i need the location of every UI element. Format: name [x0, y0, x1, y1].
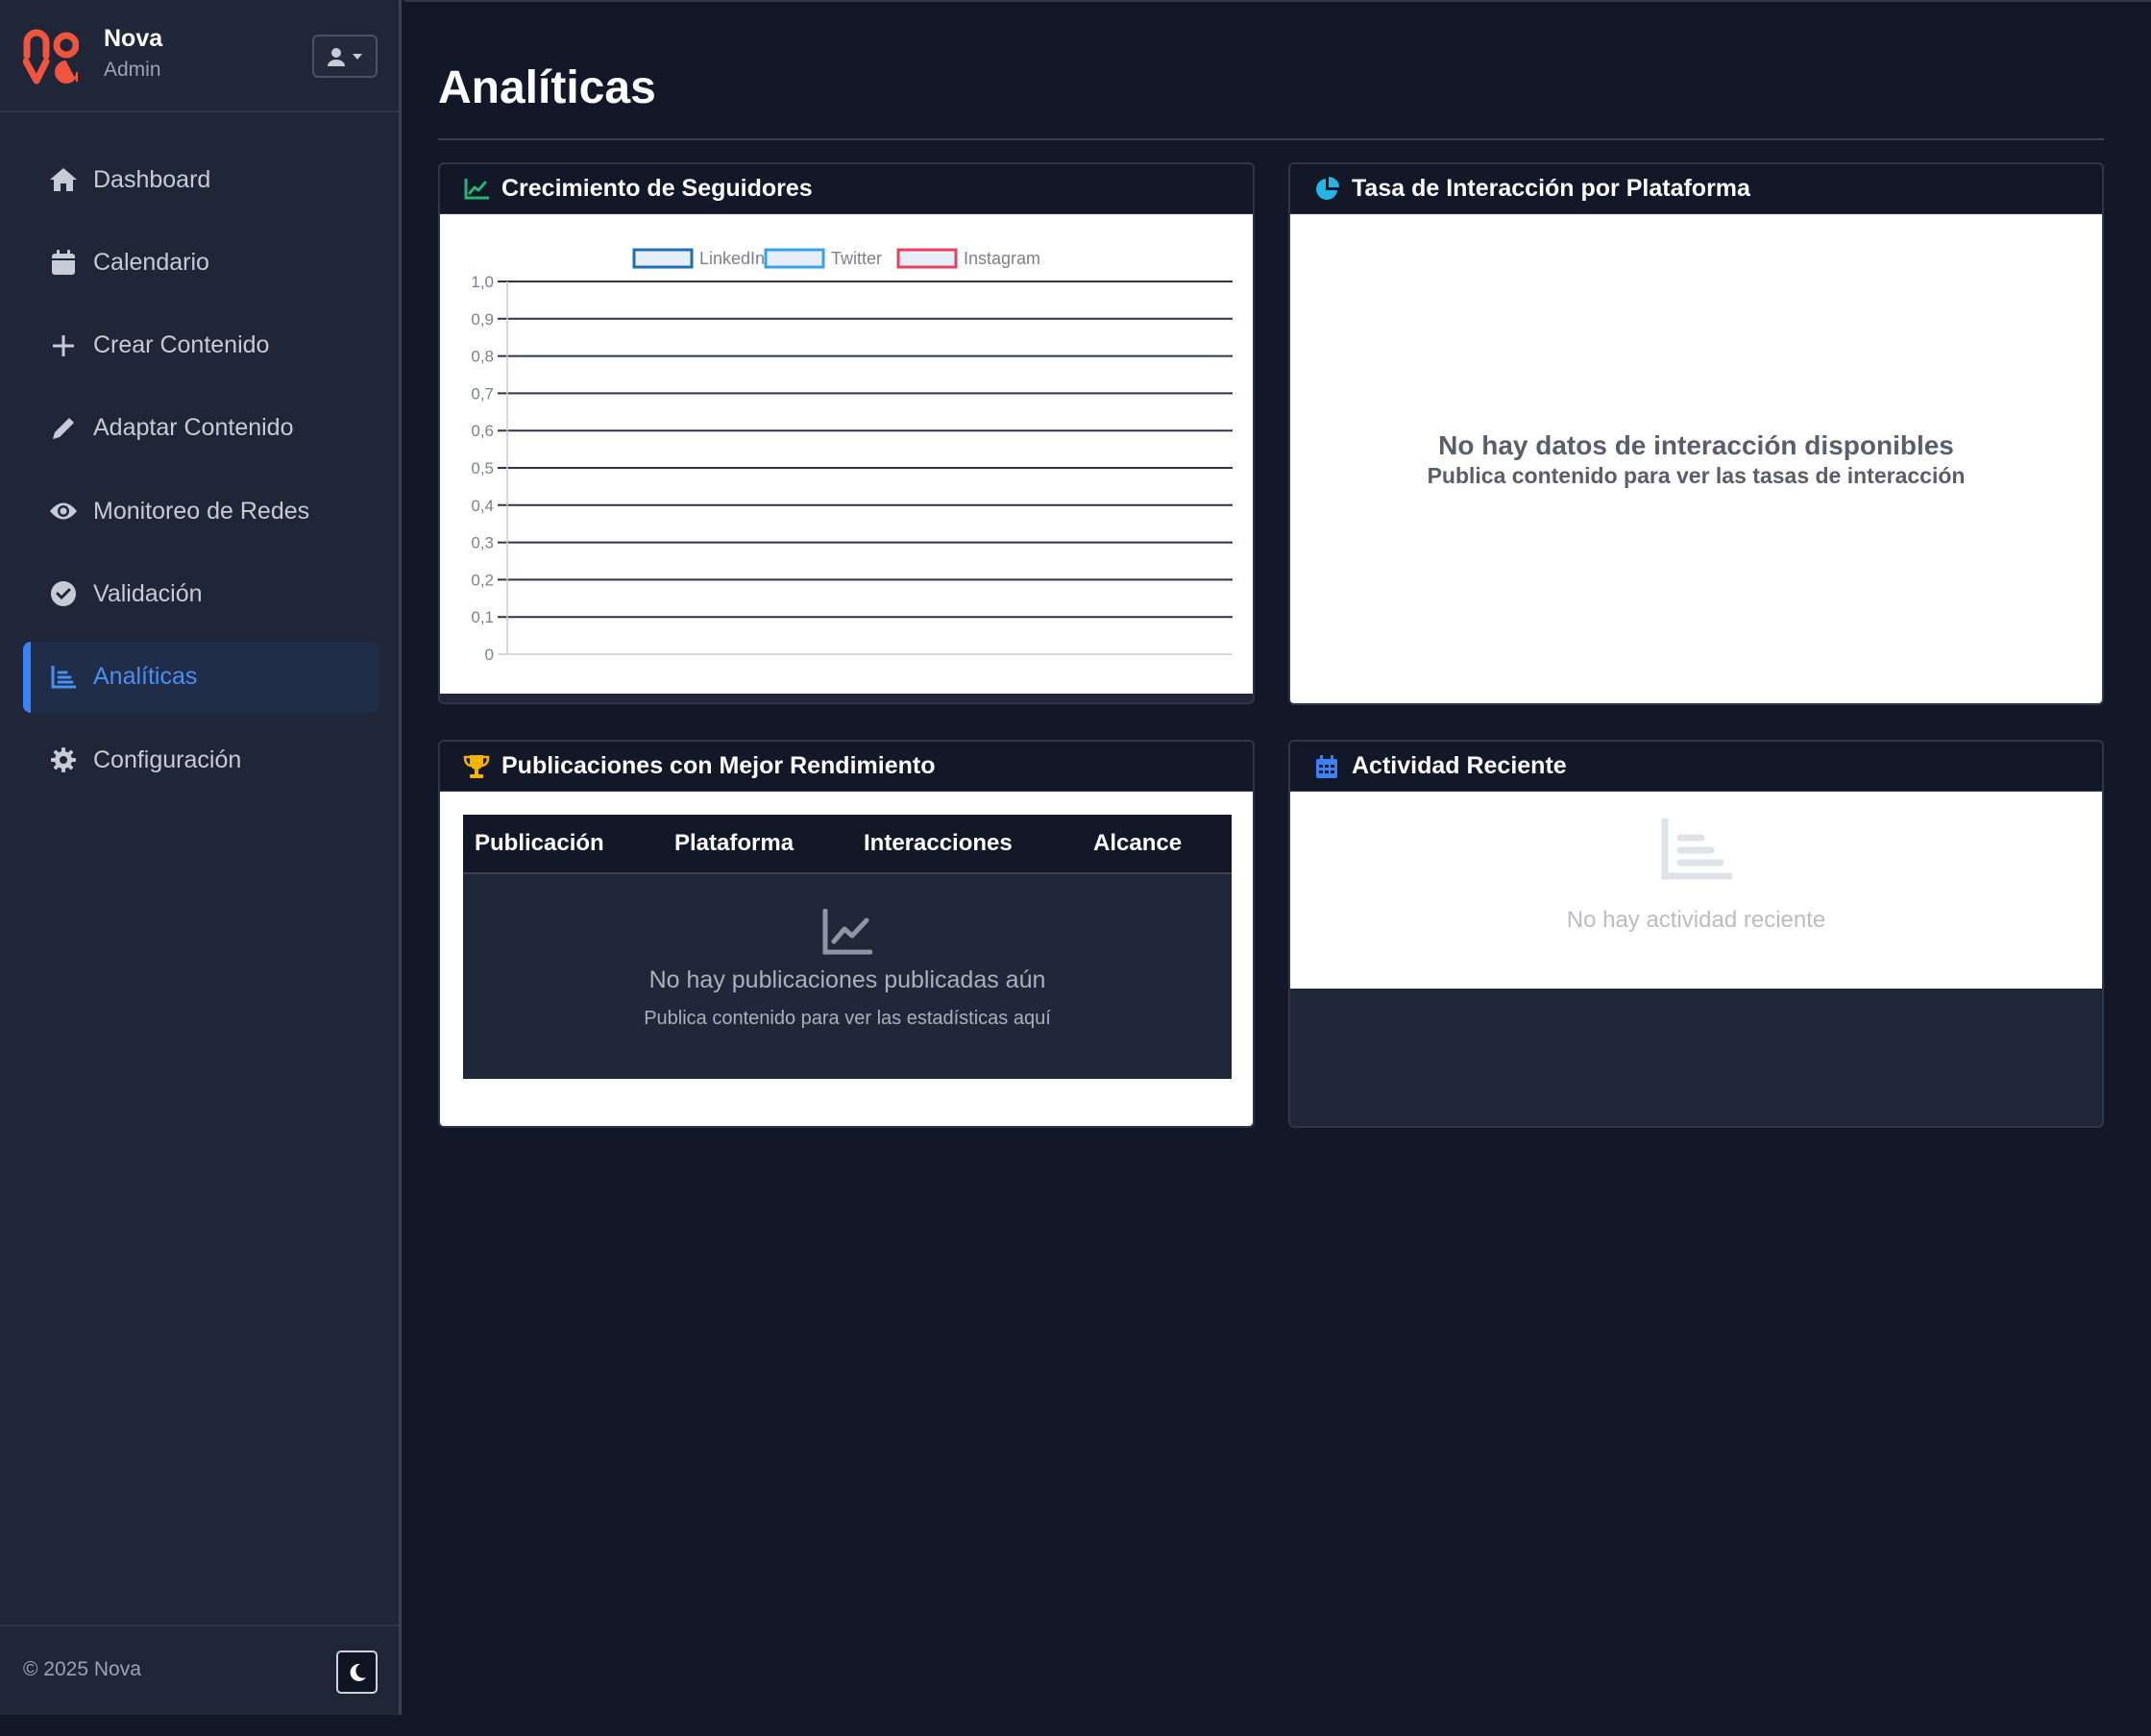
- interaction-chart-area: No hay datos de interacción disponibles …: [1290, 214, 2102, 703]
- gear-icon: [49, 746, 78, 774]
- sidebar-footer: © 2025 Nova: [0, 1625, 399, 1715]
- top-posts-body: Publicación Plataforma Interacciones Alc…: [440, 792, 1253, 1126]
- empty-text: No hay actividad reciente: [1566, 907, 1826, 933]
- legend-label: Instagram: [964, 249, 1040, 268]
- column-header-publicacion[interactable]: Publicación: [475, 830, 604, 857]
- column-header-alcance[interactable]: Alcance: [1093, 830, 1182, 857]
- table-header: Publicación Plataforma Interacciones Alc…: [463, 815, 1232, 874]
- sidebar-item-label: Analíticas: [93, 663, 198, 691]
- sidebar-item-label: Monitoreo de Redes: [93, 497, 310, 525]
- copyright-text: © 2025 Nova: [23, 1658, 141, 1680]
- recent-activity-card: Actividad Reciente No hay actividad reci…: [1288, 740, 2104, 1128]
- card-header: Tasa de Interacción por Plataforma: [1290, 164, 2102, 214]
- empty-subtitle: Publica contenido para ver las tasas de …: [1427, 463, 1966, 488]
- pencil-icon: [49, 414, 78, 443]
- card-header: Publicaciones con Mejor Rendimiento: [440, 742, 1253, 792]
- sidebar-nav: Dashboard Calendario Crear Contenido Ada…: [23, 144, 379, 807]
- sidebar-item-label: Adaptar Contenido: [93, 414, 294, 442]
- legend-label: Twitter: [831, 249, 882, 268]
- sidebar-item-label: Crear Contenido: [93, 331, 270, 359]
- list-chart-icon: [49, 663, 78, 692]
- calendar-icon: [49, 248, 78, 277]
- sidebar-item-dashboard[interactable]: Dashboard: [23, 144, 379, 215]
- page-title: Analíticas: [438, 62, 656, 113]
- y-tick-label: 0,6: [471, 422, 494, 440]
- sidebar-header: Nova Admin: [0, 0, 399, 112]
- moon-icon: [350, 1663, 366, 1681]
- nova-logo: [23, 29, 79, 85]
- card-title: Crecimiento de Seguidores: [501, 175, 813, 202]
- activity-empty-state: No hay actividad reciente: [1290, 792, 2102, 989]
- sidebar-item-analiticas[interactable]: Analíticas: [23, 641, 379, 713]
- column-header-plataforma[interactable]: Plataforma: [674, 830, 794, 857]
- title-divider: [438, 138, 2104, 140]
- interaction-rate-card: Tasa de Interacción por Plataforma No ha…: [1288, 162, 2104, 705]
- sidebar-item-label: Configuración: [93, 746, 242, 773]
- empty-subtitle: Publica contenido para ver las estadísti…: [644, 1008, 1051, 1029]
- sidebar-item-crear-contenido[interactable]: Crear Contenido: [23, 310, 379, 381]
- user-icon: [328, 47, 345, 66]
- table-empty-state: No hay publicaciones publicadas aún Publ…: [463, 874, 1232, 1079]
- followers-chart: 1,0 0,9 0,8 0,7 0,6 0,5 0,4 0,3 0,2 0,1 0 LinkedIn T…: [471, 248, 1233, 664]
- top-posts-card: Publicaciones con Mejor Rendimiento Publ…: [438, 740, 1255, 1128]
- empty-title: No hay datos de interacción disponibles: [1438, 430, 1954, 460]
- y-tick-label: 0,2: [471, 571, 494, 589]
- card-title: Publicaciones con Mejor Rendimiento: [501, 752, 936, 779]
- eye-icon: [49, 497, 78, 526]
- check-circle-icon: [49, 579, 78, 608]
- theme-toggle-button[interactable]: [336, 1650, 378, 1694]
- home-icon: [49, 165, 78, 194]
- calendar-icon: [1313, 753, 1340, 780]
- card-header: Crecimiento de Seguidores: [440, 164, 1253, 214]
- brand-role: Admin: [104, 59, 161, 81]
- card-title: Actividad Reciente: [1352, 752, 1567, 779]
- legend-swatch: [896, 248, 958, 269]
- interaction-empty-state: No hay datos de interacción disponibles …: [1290, 214, 2102, 703]
- y-tick-label: 0,1: [471, 608, 494, 626]
- line-chart-icon: [822, 909, 872, 955]
- sidebar-item-label: Calendario: [93, 248, 209, 276]
- legend-label: LinkedIn: [699, 249, 765, 268]
- top-posts-table: Publicación Plataforma Interacciones Alc…: [463, 815, 1232, 1079]
- brand-name: Nova: [104, 25, 163, 52]
- caret-down-icon: [353, 53, 362, 60]
- sidebar-item-adaptar-contenido[interactable]: Adaptar Contenido: [23, 393, 379, 464]
- list-chart-icon: [1661, 819, 1732, 880]
- followers-growth-card: Crecimiento de Seguidores 1,0 0,9 0,8 0,7 0,…: [438, 162, 1255, 704]
- sidebar-item-label: Validación: [93, 579, 203, 607]
- plus-icon: [49, 331, 78, 360]
- sidebar-item-configuracion[interactable]: Configuración: [23, 724, 379, 795]
- followers-chart-area: 1,0 0,9 0,8 0,7 0,6 0,5 0,4 0,3 0,2 0,1 0 LinkedIn T…: [440, 214, 1253, 694]
- column-header-interacciones[interactable]: Interacciones: [864, 830, 1013, 857]
- legend-swatch: [764, 248, 825, 269]
- card-title: Tasa de Interacción por Plataforma: [1352, 175, 1750, 202]
- main-content: Analíticas Crecimiento de Seguidores 1,0…: [404, 0, 2151, 1715]
- sidebar-item-label: Dashboard: [93, 165, 211, 193]
- pie-chart-icon: [1313, 176, 1340, 203]
- sidebar: Nova Admin Dashboard Calendario Crear Co…: [0, 0, 402, 1715]
- sidebar-item-monitoreo-de-redes[interactable]: Monitoreo de Redes: [23, 476, 379, 547]
- y-tick-label: 0,4: [471, 497, 494, 515]
- legend-swatch: [632, 248, 694, 269]
- sidebar-item-validacion[interactable]: Validación: [23, 558, 379, 629]
- y-tick-label: 1,0: [471, 273, 494, 291]
- user-menu-button[interactable]: [312, 35, 378, 78]
- y-tick-label: 0: [485, 646, 494, 664]
- y-tick-label: 0,7: [471, 384, 494, 403]
- card-header: Actividad Reciente: [1290, 742, 2102, 792]
- trophy-icon: [463, 753, 490, 780]
- y-tick-label: 0,3: [471, 534, 494, 552]
- y-tick-label: 0,5: [471, 459, 494, 477]
- empty-title: No hay publicaciones publicadas aún: [648, 966, 1046, 993]
- y-tick-label: 0,9: [471, 310, 494, 329]
- sidebar-item-calendario[interactable]: Calendario: [23, 227, 379, 298]
- y-tick-label: 0,8: [471, 348, 494, 366]
- line-chart-icon: [463, 176, 490, 203]
- activity-body: No hay actividad reciente: [1290, 792, 2102, 989]
